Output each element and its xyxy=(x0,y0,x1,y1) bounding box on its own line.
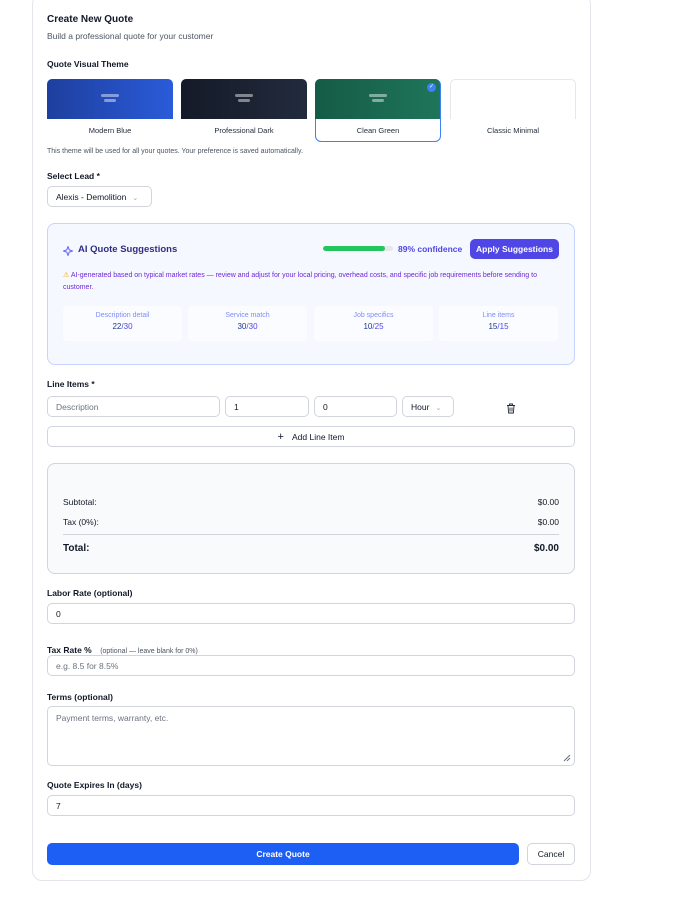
metric-label: Job specifics xyxy=(353,312,394,319)
page-subtitle: Build a professional quote for your cust… xyxy=(47,31,214,41)
line-item-rate-input[interactable]: 0 xyxy=(314,396,397,417)
check-icon: ✓ xyxy=(427,83,436,92)
chevron-down-icon: ⌄ xyxy=(132,195,139,202)
expires-label: Quote Expires In (days) xyxy=(47,780,142,790)
metric-value: 22/30 xyxy=(112,322,133,331)
confidence-progress-fill xyxy=(323,246,386,251)
chevron-down-icon: ⌄ xyxy=(435,405,442,412)
line-item-description-input[interactable]: Description xyxy=(47,396,220,417)
theme-option-modern-blue[interactable]: Modern Blue xyxy=(47,79,173,142)
metric-card: Line items 15/15 xyxy=(439,306,558,341)
theme-name: Clean Green xyxy=(356,126,400,135)
unit-value: Hour xyxy=(411,402,430,412)
line-items-label: Line Items * xyxy=(47,379,95,389)
theme-option-classic-minimal[interactable]: Classic Minimal xyxy=(450,79,576,142)
ai-disclaimer: ⚠ AI-generated based on typical market r… xyxy=(63,270,553,294)
theme-name: Modern Blue xyxy=(88,126,132,135)
theme-section-label: Quote Visual Theme xyxy=(47,59,129,69)
tax-rate-input[interactable]: e.g. 8.5 for 8.5% xyxy=(47,655,575,676)
metric-card: Description detail 22/30 xyxy=(63,306,182,341)
totals-divider xyxy=(63,534,559,535)
sparkle-icon xyxy=(62,243,74,257)
metric-label: Description detail xyxy=(95,312,150,319)
resize-handle-icon[interactable] xyxy=(563,754,571,762)
add-line-item-button[interactable]: + Add Line Item xyxy=(47,426,575,447)
line-item-quantity-input[interactable]: 1 xyxy=(225,396,309,417)
page-title: Create New Quote xyxy=(47,14,134,25)
terms-placeholder: Payment terms, warranty, etc. xyxy=(56,713,169,723)
terms-textarea[interactable]: Payment terms, warranty, etc. xyxy=(47,706,575,766)
lead-select[interactable]: Alexis - Demolition ⌄ xyxy=(47,186,152,207)
total-label: Total: xyxy=(63,543,90,554)
create-quote-button[interactable]: Create Quote xyxy=(47,843,519,865)
subtotal-label: Subtotal: xyxy=(63,497,97,507)
totals-panel xyxy=(47,463,575,574)
expires-input[interactable]: 7 xyxy=(47,795,575,816)
total-value: $0.00 xyxy=(533,543,559,554)
add-line-item-label: Add Line Item xyxy=(291,432,345,442)
theme-swatch xyxy=(47,79,173,119)
theme-swatch xyxy=(181,79,307,119)
theme-name: Professional Dark xyxy=(214,126,274,135)
metric-label: Service match xyxy=(225,312,270,319)
metric-card: Job specifics 10/25 xyxy=(314,306,433,341)
trash-icon[interactable] xyxy=(506,401,516,414)
theme-picker: Modern Blue Professional Dark ✓ Clean Gr… xyxy=(47,79,576,142)
theme-option-professional-dark[interactable]: Professional Dark xyxy=(181,79,307,142)
lead-label: Select Lead * xyxy=(47,171,100,181)
line-item-unit-select[interactable]: Hour ⌄ xyxy=(402,396,454,417)
lead-select-value: Alexis - Demolition xyxy=(56,192,127,202)
metric-value: 30/30 xyxy=(237,322,258,331)
theme-hint: This theme will be used for all your quo… xyxy=(47,148,303,155)
tax-label: Tax (0%): xyxy=(63,517,99,527)
metric-card: Service match 30/30 xyxy=(188,306,307,341)
subtotal-value: $0.00 xyxy=(537,497,559,507)
theme-swatch xyxy=(315,79,440,119)
metric-value: 15/15 xyxy=(488,322,509,331)
plus-icon: + xyxy=(277,431,284,443)
labor-rate-input[interactable]: 0 xyxy=(47,603,575,624)
theme-option-clean-green[interactable]: ✓ Clean Green xyxy=(315,79,441,142)
warning-icon: ⚠ xyxy=(63,272,70,279)
cancel-button[interactable]: Cancel xyxy=(527,843,575,865)
theme-swatch xyxy=(450,79,576,119)
apply-suggestions-button[interactable]: Apply Suggestions xyxy=(470,239,559,259)
metric-label: Line items xyxy=(482,312,515,319)
tax-value: $0.00 xyxy=(537,517,559,527)
labor-rate-label: Labor Rate (optional) xyxy=(47,588,133,598)
terms-label: Terms (optional) xyxy=(47,692,113,702)
confidence-progress-bar xyxy=(323,246,393,251)
tax-rate-label: Tax Rate % xyxy=(47,645,92,655)
ai-disclaimer-text: AI-generated based on typical market rat… xyxy=(63,272,537,291)
confidence-label: 89% confidence xyxy=(398,244,463,254)
ai-panel-title: AI Quote Suggestions xyxy=(78,244,178,255)
tax-rate-hint: (optional — leave blank for 0%) xyxy=(100,648,198,655)
metric-value: 10/25 xyxy=(363,322,384,331)
theme-name: Classic Minimal xyxy=(486,126,540,135)
